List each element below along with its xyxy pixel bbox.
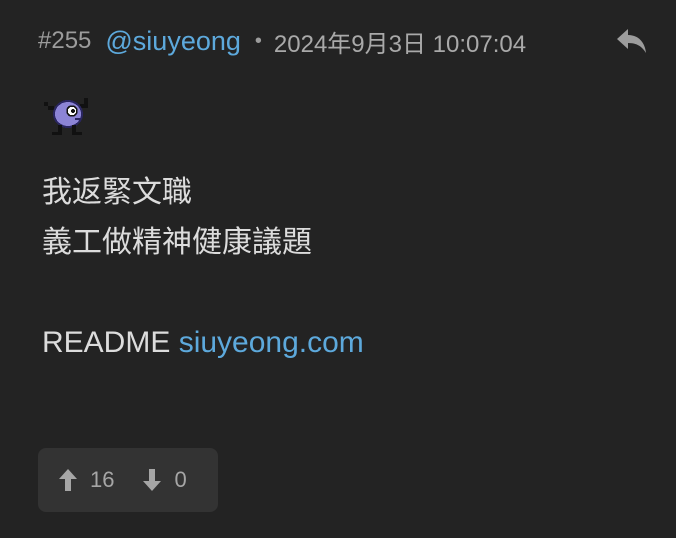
content-line-2: 義工做精神健康議題 xyxy=(42,226,312,259)
post-content: 我返緊文職 義工做精神健康議題 README siuyeong.com xyxy=(42,168,364,368)
arrow-up-icon xyxy=(59,469,77,491)
vote-box: 16 0 xyxy=(38,448,218,512)
reply-arrow-icon xyxy=(617,29,646,53)
readme-line: README siuyeong.com xyxy=(42,318,364,368)
upvote-button[interactable]: 16 xyxy=(58,467,114,493)
readme-link[interactable]: siuyeong.com xyxy=(179,326,364,359)
content-line-1: 我返緊文職 xyxy=(42,176,192,209)
arrow-down-icon xyxy=(143,469,162,491)
username-link[interactable]: @siuyeong xyxy=(105,26,241,57)
separator-dot: • xyxy=(254,29,262,52)
readme-label: README xyxy=(42,326,179,359)
post-timestamp: 2024年9月3日 10:07:04 xyxy=(273,30,527,58)
post-header: #255 @siuyeong • 2024年9月3日 10:07:04 xyxy=(38,24,526,58)
purple-creature-sticker xyxy=(42,94,94,138)
downvote-count: 0 xyxy=(174,467,187,492)
post-number[interactable]: #255 xyxy=(38,27,91,55)
downvote-button[interactable]: 0 xyxy=(142,467,187,493)
upvote-count: 16 xyxy=(90,467,115,492)
reply-button[interactable] xyxy=(612,24,652,58)
